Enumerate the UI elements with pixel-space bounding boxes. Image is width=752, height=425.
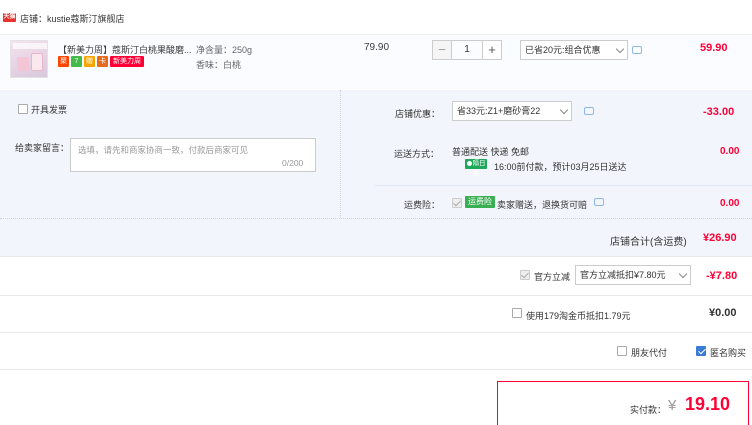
friend-pay-label[interactable]: 朋友代付 — [631, 346, 667, 359]
chat-icon[interactable] — [584, 107, 594, 115]
insurance-label: 运费险： — [404, 200, 441, 210]
product-thumbnail[interactable] — [10, 40, 48, 78]
tag-card-icon: 卡 — [97, 56, 108, 67]
tag-ju-icon: 聚 — [58, 56, 69, 67]
qty-minus-button[interactable]: − — [432, 40, 452, 60]
payable-label: 实付款： — [630, 405, 667, 415]
store-name-link[interactable]: 店铺：kustie蔻斯汀旗舰店 — [20, 12, 125, 25]
store-total-value: ¥26.90 — [703, 232, 737, 244]
official-discount-label: 官方立减 — [534, 272, 571, 282]
shop-discount-label: 店铺优惠： — [395, 109, 441, 119]
coins-amount: ¥0.00 — [709, 307, 737, 319]
item-subtotal: 59.90 — [700, 42, 728, 54]
quantity-stepper: − 1 + — [432, 40, 502, 60]
shipping-fee: 0.00 — [720, 146, 740, 157]
qty-input[interactable]: 1 — [452, 40, 482, 60]
promo-select-value: 已省20元:组合优惠 — [525, 45, 601, 55]
clock-icon — [467, 161, 472, 166]
friend-pay-checkbox[interactable] — [617, 346, 627, 356]
shop-discount-amount: -33.00 — [703, 106, 735, 118]
payable-value: 19.10 — [685, 394, 731, 414]
official-discount-checkbox — [520, 270, 530, 280]
message-placeholder: 选填，请先和商家协商一致，付款后商家可见 — [78, 145, 249, 155]
unit-price: 79.90 — [364, 42, 390, 53]
insurance-text: 卖家赠送，退换货可赔 — [497, 200, 588, 210]
promo-select[interactable]: 已省20元:组合优惠 — [520, 40, 628, 60]
product-title-link[interactable]: 【新美力周】蔻斯汀白桃果酸磨... — [58, 43, 194, 56]
message-label: 给卖家留言： — [15, 143, 70, 153]
tmall-logo-icon: 天猫 — [3, 13, 16, 22]
tag-7day-icon: 7 — [71, 56, 82, 67]
spec-volume: 净含量：250g — [196, 45, 253, 55]
chevron-down-icon — [559, 105, 569, 115]
insurance-checkbox — [452, 198, 462, 208]
shipping-eta: 16:00前付款，预计03月25日送达 — [494, 162, 627, 172]
chat-icon[interactable] — [632, 46, 642, 54]
message-char-count: 0/200 — [282, 158, 304, 168]
divider — [0, 332, 752, 333]
anonymous-label[interactable]: 匿名购买 — [710, 346, 746, 359]
help-icon[interactable] — [594, 198, 604, 206]
divider — [375, 185, 752, 186]
anonymous-checkbox[interactable] — [696, 346, 706, 356]
product-tags: 聚 7 赠 卡 新美力周 — [58, 56, 144, 67]
chevron-down-icon — [615, 44, 625, 54]
official-discount-amount: -¥7.80 — [706, 270, 738, 282]
insurance-fee: 0.00 — [720, 198, 740, 209]
shipping-label: 运送方式： — [394, 149, 440, 159]
tag-gift-icon: 赠 — [84, 56, 95, 67]
coins-checkbox[interactable] — [512, 308, 522, 318]
spec-scent: 香味：白桃 — [196, 60, 242, 70]
shipping-method: 普通配送 快递 免邮 — [452, 147, 530, 157]
official-discount-value: 官方立减抵扣¥7.80元 — [580, 270, 666, 280]
invoice-label[interactable]: 开具发票 — [31, 103, 67, 116]
qty-plus-button[interactable]: + — [482, 40, 502, 60]
divider — [0, 256, 752, 257]
store-total-label: 店铺合计(含运费) — [610, 237, 687, 248]
shop-discount-select[interactable]: 省33元:Z1+磨砂膏22 — [452, 101, 572, 121]
chevron-down-icon — [678, 269, 688, 279]
payable-currency: ¥ — [668, 397, 677, 414]
invoice-checkbox[interactable] — [18, 104, 28, 114]
coins-label[interactable]: 使用179淘金币抵扣1.79元 — [526, 309, 631, 322]
shop-discount-value: 省33元:Z1+磨砂膏22 — [457, 106, 541, 116]
divider — [0, 369, 752, 370]
insurance-tag: 运费险 — [465, 196, 495, 208]
official-discount-select[interactable]: 官方立减抵扣¥7.80元 — [575, 265, 691, 285]
tag-promo-event: 新美力周 — [110, 56, 144, 67]
divider — [0, 295, 752, 296]
